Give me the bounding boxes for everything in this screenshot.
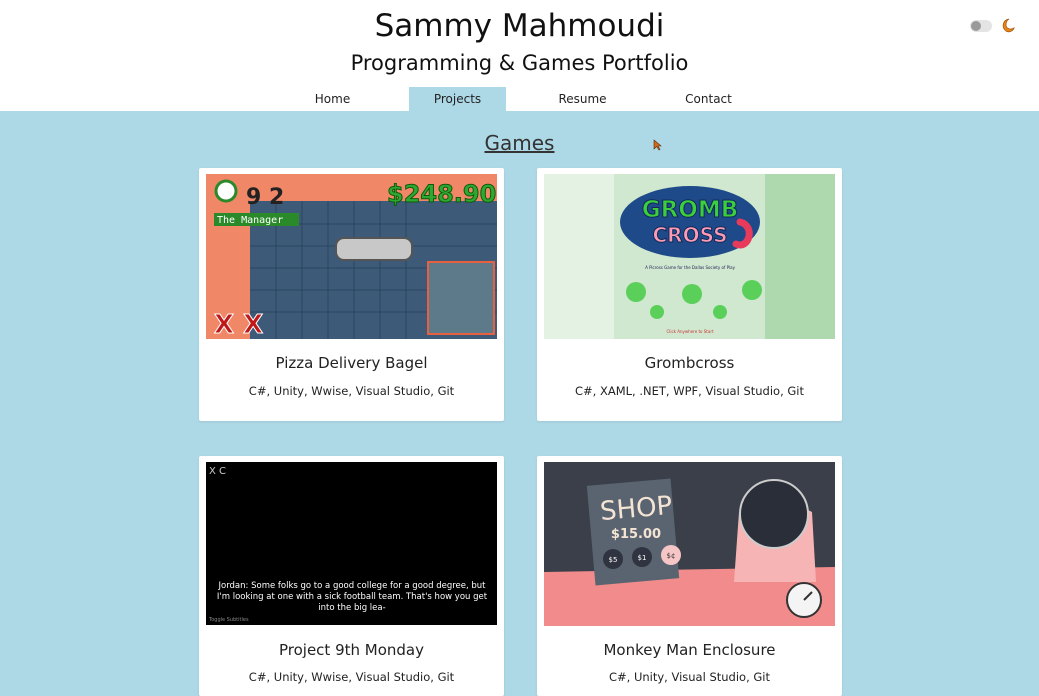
coin-label-3: $¢ xyxy=(667,552,676,560)
thumb-corner-label: X C xyxy=(209,466,226,477)
thumb-side-light xyxy=(544,174,614,339)
project-thumbnail[interactable]: SHOP $15.00 $5 $1 $¢ xyxy=(544,462,835,626)
coin-label-1: $5 xyxy=(609,556,618,564)
nav-contact[interactable]: Contact xyxy=(660,87,757,111)
site-subtitle: Programming & Games Portfolio xyxy=(350,51,689,75)
mouse-cursor-icon xyxy=(653,139,662,151)
subtitle-line-1: Jordan: Some folks go to a good college … xyxy=(217,581,486,591)
project-thumbnail[interactable]: 9 2 $248.90 The Manager X X xyxy=(206,174,497,339)
grombcross-screenshot: GROMB CROSS A Picross Game for the Dalla… xyxy=(544,174,835,339)
thumb-prompt: Click Anywhere to Start xyxy=(666,329,713,334)
theme-toggle[interactable] xyxy=(970,20,992,32)
project-title: Monkey Man Enclosure xyxy=(603,641,776,659)
site-title: Sammy Mahmoudi xyxy=(374,8,665,44)
project-title: Pizza Delivery Bagel xyxy=(275,354,428,372)
monkey-man-enclosure-screenshot: SHOP $15.00 $5 $1 $¢ xyxy=(544,462,835,626)
site-header: Sammy Mahmoudi Programming & Games Portf… xyxy=(0,0,1039,111)
logo-top: GROMB xyxy=(642,197,739,223)
thumb-timer: 9 2 xyxy=(246,185,284,210)
project-tech: C#, Unity, Wwise, Visual Studio, Git xyxy=(248,384,455,398)
thumb-shop-title: SHOP xyxy=(599,491,674,527)
project-title: Project 9th Monday xyxy=(278,641,424,659)
toggle-knob xyxy=(971,21,981,31)
thumb-price: $15.00 xyxy=(611,527,661,542)
logo-bottom: CROSS xyxy=(653,223,728,247)
project-thumbnail[interactable]: GROMB CROSS A Picross Game for the Dalla… xyxy=(544,174,835,339)
project-thumbnail[interactable]: X C Jordan: Some folks go to a good coll… xyxy=(206,462,497,625)
gumball-globe xyxy=(739,479,809,549)
nav-resume[interactable]: Resume xyxy=(534,87,631,111)
moon-icon[interactable] xyxy=(998,17,1016,35)
thumb-marks: X X xyxy=(214,310,263,339)
conveyor xyxy=(335,237,413,261)
project-tech: C#, Unity, Wwise, Visual Studio, Git xyxy=(248,670,455,684)
thumb-tagline: A Picross Game for the Dallas Society of… xyxy=(645,265,736,270)
thumb-banner: The Manager xyxy=(217,215,283,226)
nav-projects[interactable]: Projects xyxy=(409,87,506,111)
minimap xyxy=(427,261,495,335)
pizza-delivery-bagel-screenshot: 9 2 $248.90 The Manager X X xyxy=(206,174,497,339)
project-tech: C#, XAML, .NET, WPF, Visual Studio, Git xyxy=(575,384,804,398)
project-card-grombcross[interactable]: GROMB CROSS A Picross Game for the Dalla… xyxy=(537,168,842,421)
coin-label-2: $1 xyxy=(638,554,647,562)
project-card-pizza-delivery-bagel[interactable]: 9 2 $248.90 The Manager X X Pizza Delive… xyxy=(199,168,504,421)
project-9th-monday-screenshot: X C Jordan: Some folks go to a good coll… xyxy=(206,462,497,625)
project-tech: C#, Unity, Visual Studio, Git xyxy=(608,670,771,684)
subtitle-line-3: into the big lea- xyxy=(318,603,385,613)
project-card-project-9th-monday[interactable]: X C Jordan: Some folks go to a good coll… xyxy=(199,456,504,696)
project-title: Grombcross xyxy=(644,354,735,372)
clock-icon xyxy=(214,179,238,203)
section-title: Games xyxy=(484,131,555,155)
thumb-side-dark xyxy=(765,174,835,339)
subtitle-line-2: I'm looking at one with a sick football … xyxy=(217,592,488,602)
thumb-money: $248.90 xyxy=(387,180,496,208)
nav-home[interactable]: Home xyxy=(284,87,381,111)
thumb-toggle-label: Toggle Subtitles xyxy=(208,617,249,623)
project-card-monkey-man-enclosure[interactable]: SHOP $15.00 $5 $1 $¢ Monkey Man Enclosur… xyxy=(537,456,842,696)
